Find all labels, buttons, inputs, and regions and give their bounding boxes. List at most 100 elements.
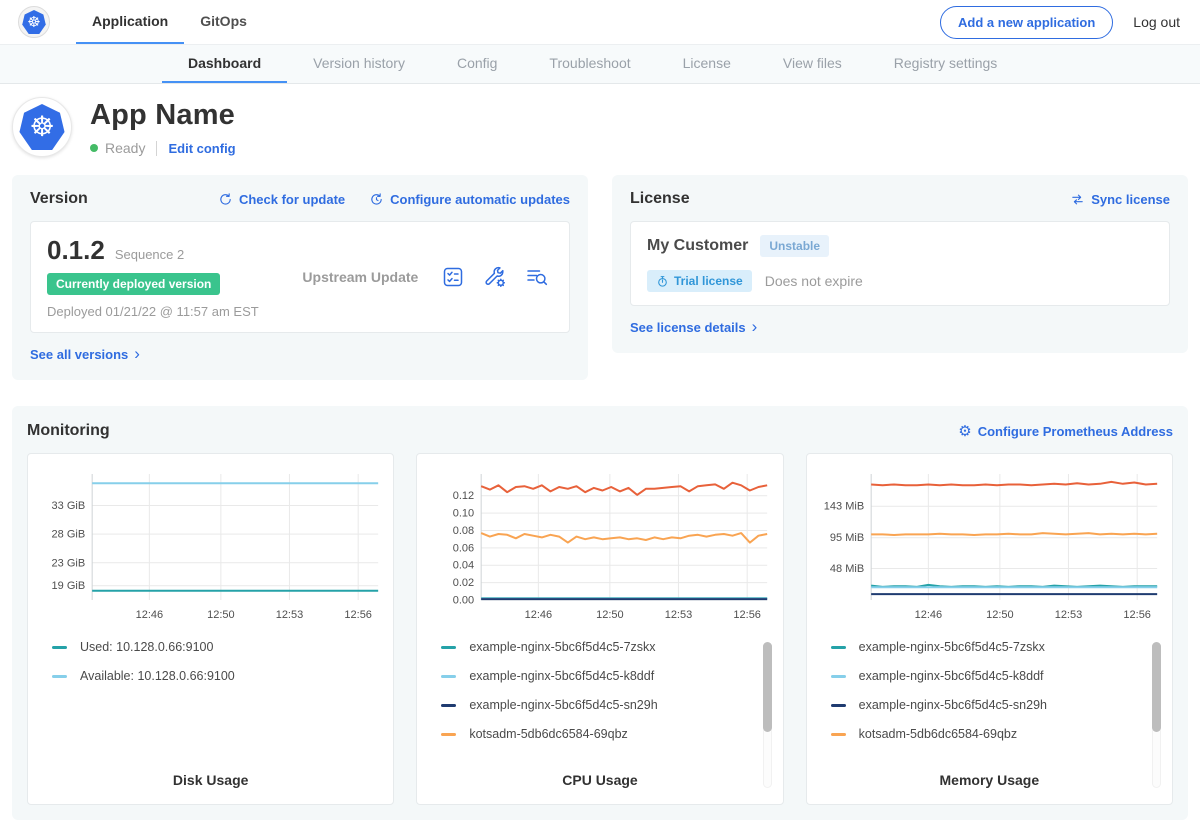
svg-text:19 GiB: 19 GiB bbox=[52, 580, 86, 592]
configure-automatic-updates-link[interactable]: Configure automatic updates bbox=[369, 192, 570, 207]
legend-scrollbar[interactable] bbox=[1152, 642, 1161, 788]
link-label: Check for update bbox=[239, 192, 345, 207]
kubernetes-wheel-icon: ☸ bbox=[27, 15, 40, 30]
svg-text:0.08: 0.08 bbox=[453, 525, 474, 537]
svg-text:12:50: 12:50 bbox=[207, 609, 235, 621]
legend-item: kotsadm-5db6dc6584-69qbz bbox=[441, 727, 772, 741]
legend-swatch bbox=[831, 733, 846, 736]
nav-tab-label: GitOps bbox=[200, 13, 247, 29]
tab-version-history[interactable]: Version history bbox=[287, 45, 431, 83]
legend-label: example-nginx-5bc6f5d4c5-sn29h bbox=[469, 698, 657, 712]
svg-text:12:46: 12:46 bbox=[136, 609, 164, 621]
svg-text:0.06: 0.06 bbox=[453, 542, 474, 554]
legend-swatch bbox=[831, 646, 846, 649]
link-label: Sync license bbox=[1091, 192, 1170, 207]
tab-config[interactable]: Config bbox=[431, 45, 523, 83]
legend-label: example-nginx-5bc6f5d4c5-k8ddf bbox=[859, 669, 1044, 683]
link-label: Configure Prometheus Address bbox=[978, 424, 1173, 439]
badge-label: Trial license bbox=[674, 274, 743, 288]
kots-logo[interactable]: ☸ bbox=[18, 0, 50, 44]
disk-usage-chart[interactable]: 19 GiB23 GiB28 GiB33 GiB12:4612:5012:531… bbox=[38, 466, 383, 624]
legend-label: kotsadm-5db6dc6584-69qbz bbox=[469, 727, 627, 741]
subtab-label: Config bbox=[457, 55, 497, 71]
legend-label: example-nginx-5bc6f5d4c5-sn29h bbox=[859, 698, 1047, 712]
logout-link[interactable]: Log out bbox=[1133, 14, 1180, 30]
check-for-update-link[interactable]: Check for update bbox=[218, 192, 345, 207]
trial-license-badge: Trial license bbox=[647, 270, 752, 292]
chart-legend: Used: 10.128.0.66:9100Available: 10.128.… bbox=[38, 640, 383, 762]
chart-title: Memory Usage bbox=[817, 772, 1162, 788]
svg-text:33 GiB: 33 GiB bbox=[52, 500, 86, 512]
tab-dashboard[interactable]: Dashboard bbox=[162, 45, 287, 83]
tab-registry-settings[interactable]: Registry settings bbox=[868, 45, 1023, 83]
svg-text:95 MiB: 95 MiB bbox=[830, 532, 864, 544]
version-source: Upstream Update bbox=[280, 269, 441, 285]
divider bbox=[156, 141, 157, 156]
disk-usage-chart-card: 19 GiB23 GiB28 GiB33 GiB12:4612:5012:531… bbox=[27, 453, 394, 805]
legend-swatch bbox=[441, 704, 456, 707]
legend-item: example-nginx-5bc6f5d4c5-sn29h bbox=[831, 698, 1162, 712]
cpu-usage-chart-card: 0.000.020.040.060.080.100.1212:4612:5012… bbox=[416, 453, 783, 805]
subtab-label: License bbox=[683, 55, 731, 71]
chart-title: CPU Usage bbox=[427, 772, 772, 788]
svg-text:0.12: 0.12 bbox=[453, 490, 474, 502]
version-number: 0.1.2 bbox=[47, 235, 105, 266]
legend-swatch bbox=[441, 646, 456, 649]
legend-label: example-nginx-5bc6f5d4c5-k8ddf bbox=[469, 669, 654, 683]
gear-icon: ⚙ bbox=[958, 424, 971, 439]
legend-item: example-nginx-5bc6f5d4c5-sn29h bbox=[441, 698, 772, 712]
tab-license[interactable]: License bbox=[657, 45, 757, 83]
license-card: License Sync license My Customer Unstabl… bbox=[612, 175, 1188, 353]
status-dot-ready bbox=[90, 144, 98, 152]
nav-tab-gitops[interactable]: GitOps bbox=[184, 0, 263, 44]
legend-swatch bbox=[831, 704, 846, 707]
nav-tab-application[interactable]: Application bbox=[76, 0, 184, 44]
link-label: Configure automatic updates bbox=[390, 192, 570, 207]
legend-label: Available: 10.128.0.66:9100 bbox=[80, 669, 235, 683]
monitoring-title: Monitoring bbox=[27, 422, 110, 440]
sync-arrows-icon bbox=[1070, 192, 1085, 207]
svg-text:0.10: 0.10 bbox=[453, 508, 474, 520]
stopwatch-icon bbox=[656, 275, 669, 288]
legend-scrollbar[interactable] bbox=[763, 642, 772, 788]
scrollbar-thumb[interactable] bbox=[1152, 642, 1161, 732]
memory-usage-chart[interactable]: 48 MiB95 MiB143 MiB12:4612:5012:5312:56 bbox=[817, 466, 1162, 624]
svg-text:12:56: 12:56 bbox=[344, 609, 372, 621]
kubernetes-wheel-icon: ☸ bbox=[29, 113, 54, 141]
subtab-label: Dashboard bbox=[188, 55, 261, 71]
legend-item: example-nginx-5bc6f5d4c5-7zskx bbox=[441, 640, 772, 654]
configure-prometheus-link[interactable]: ⚙ Configure Prometheus Address bbox=[958, 424, 1173, 439]
see-all-versions-link[interactable]: See all versions › bbox=[30, 347, 140, 362]
add-application-button[interactable]: Add a new application bbox=[940, 6, 1113, 39]
sync-license-link[interactable]: Sync license bbox=[1070, 192, 1170, 207]
svg-text:12:50: 12:50 bbox=[986, 609, 1014, 621]
preflight-checks-icon[interactable] bbox=[441, 265, 465, 289]
cpu-usage-chart[interactable]: 0.000.020.040.060.080.100.1212:4612:5012… bbox=[427, 466, 772, 624]
deployed-timestamp: Deployed 01/21/22 @ 11:57 am EST bbox=[47, 304, 280, 319]
legend-item: example-nginx-5bc6f5d4c5-k8ddf bbox=[441, 669, 772, 683]
see-license-details-link[interactable]: See license details › bbox=[630, 320, 757, 335]
tab-view-files[interactable]: View files bbox=[757, 45, 868, 83]
link-label: See all versions bbox=[30, 347, 128, 362]
tab-troubleshoot[interactable]: Troubleshoot bbox=[523, 45, 656, 83]
legend-swatch bbox=[52, 675, 67, 678]
chart-title: Disk Usage bbox=[38, 772, 383, 788]
scrollbar-thumb[interactable] bbox=[763, 642, 772, 732]
svg-text:12:53: 12:53 bbox=[276, 609, 304, 621]
edit-config-link[interactable]: Edit config bbox=[168, 141, 235, 156]
license-card-title: License bbox=[630, 190, 690, 208]
svg-text:143 MiB: 143 MiB bbox=[823, 501, 863, 513]
subtab-label: Registry settings bbox=[894, 55, 997, 71]
legend-swatch bbox=[441, 675, 456, 678]
edit-config-icon[interactable] bbox=[483, 265, 507, 289]
svg-text:12:56: 12:56 bbox=[734, 609, 762, 621]
page-title: App Name bbox=[90, 99, 236, 132]
schedule-refresh-icon bbox=[369, 192, 384, 207]
nav-tab-label: Application bbox=[92, 13, 168, 29]
svg-text:12:53: 12:53 bbox=[1054, 609, 1082, 621]
chart-legend: example-nginx-5bc6f5d4c5-7zskxexample-ng… bbox=[817, 640, 1162, 762]
channel-badge: Unstable bbox=[760, 235, 829, 257]
view-diff-icon[interactable] bbox=[525, 265, 549, 289]
chevron-right-icon: › bbox=[134, 347, 140, 361]
app-sub-navbar: Dashboard Version history Config Trouble… bbox=[0, 44, 1200, 84]
